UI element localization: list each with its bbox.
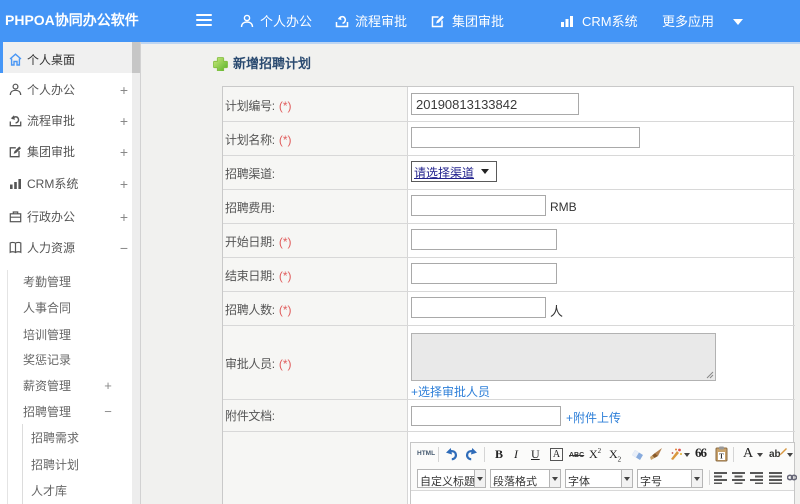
svg-text:T: T — [719, 453, 724, 461]
